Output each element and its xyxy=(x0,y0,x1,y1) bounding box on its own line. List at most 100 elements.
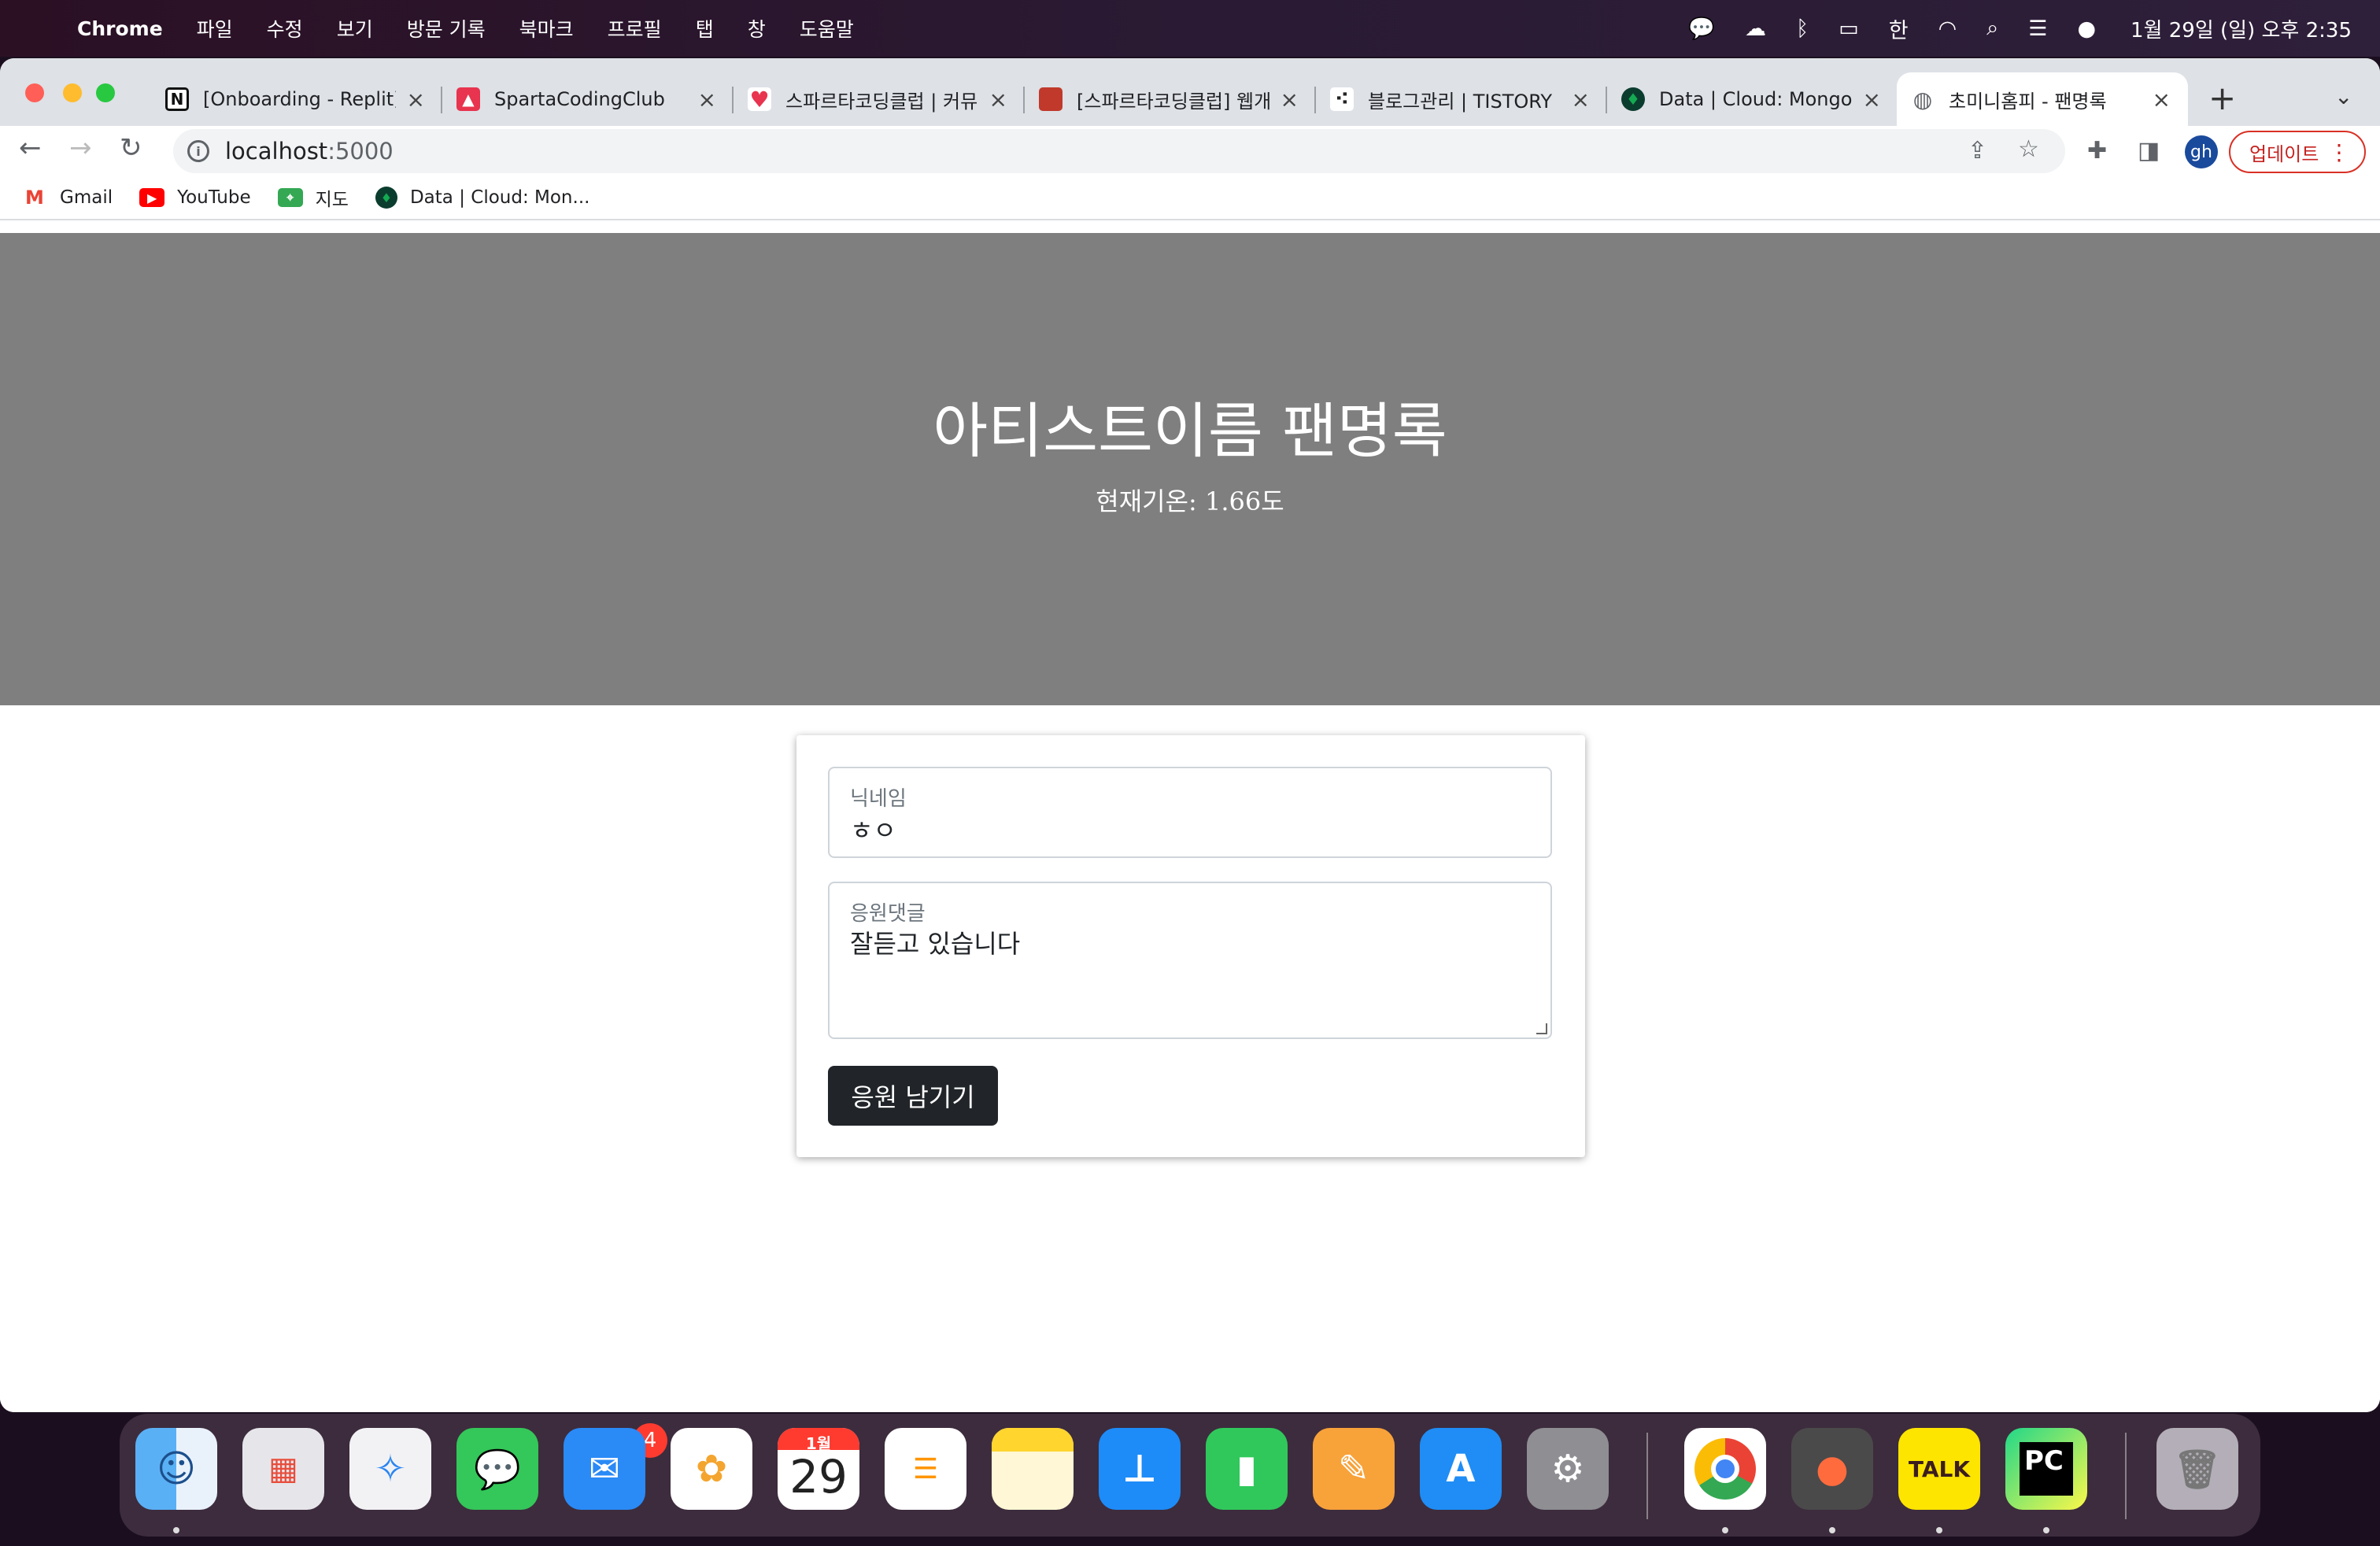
tab-search-chevron-icon[interactable]: ⌄ xyxy=(2334,83,2352,109)
macos-dock: ☺ ▦ ✧ 💬 4 ✉ ✿ 1월 29 ☰ ⊥ ▮ ✎ A ⚙ ● TALK P… xyxy=(120,1414,2260,1537)
tab-close-icon[interactable]: × xyxy=(1281,87,1299,113)
notion-icon: N xyxy=(165,87,189,111)
bookmark-label: Data | Cloud: Mon... xyxy=(409,187,590,208)
chrome-window: N [Onboarding - Replit] × ▲ SpartaCoding… xyxy=(0,58,2380,1412)
macos-menu-bar: Chrome 파일 수정 보기 방문 기록 북마크 프로필 탭 창 도움말 💬 … xyxy=(0,0,2380,57)
menu-tab[interactable]: 탭 xyxy=(696,14,714,43)
resize-grip-icon[interactable] xyxy=(1536,1023,1547,1034)
menu-bookmarks[interactable]: 북마크 xyxy=(519,14,574,43)
cloud-status-icon[interactable]: ☁ xyxy=(1745,17,1766,41)
reload-icon[interactable]: ↻ xyxy=(120,132,142,164)
running-indicator xyxy=(1722,1527,1728,1533)
menu-profiles[interactable]: 프로필 xyxy=(608,14,662,43)
finder-icon[interactable]: ☺ xyxy=(135,1428,217,1510)
new-tab-plus-icon[interactable]: + xyxy=(2208,79,2236,117)
input-method-indicator[interactable]: 한 xyxy=(1889,13,1909,44)
extensions-puzzle-icon[interactable]: ✚ xyxy=(2087,137,2107,165)
bookmark-maps[interactable]: ⌖ 지도 xyxy=(277,184,349,211)
share-icon[interactable]: ⇪ xyxy=(1968,137,1987,165)
tab-mongodb-cloud[interactable]: ♦ Data | Cloud: MongoDB × xyxy=(1607,72,1898,126)
tab-sparta-web-dev[interactable]: [스파르타코딩클럽] 웹개발 × xyxy=(1025,72,1316,126)
tab-title: 블로그관리 | TISTORY xyxy=(1368,90,1553,113)
profile-avatar[interactable]: gh xyxy=(2185,135,2218,168)
menu-window[interactable]: 창 xyxy=(748,14,766,43)
menu-history[interactable]: 방문 기록 xyxy=(407,14,486,43)
minimize-window-button[interactable] xyxy=(63,83,82,102)
spotlight-search-icon[interactable]: ⌕ xyxy=(1986,16,1998,41)
browser-toolbar: ← → ↻ i localhost:5000 ⇪ ☆ ✚ ◨ gh 업데이트 ⋮ xyxy=(0,126,2380,176)
bookmark-youtube[interactable]: ▶ YouTube xyxy=(139,187,251,208)
safari-icon[interactable]: ✧ xyxy=(349,1428,431,1510)
site-info-icon[interactable]: i xyxy=(187,140,209,162)
app-store-icon[interactable]: A xyxy=(1420,1428,1502,1510)
bluetooth-icon[interactable]: ᛒ xyxy=(1796,17,1809,41)
wechat-status-icon[interactable]: 💬 xyxy=(1688,16,1715,41)
pages-icon[interactable]: ✎ xyxy=(1313,1428,1395,1510)
tab-close-icon[interactable]: × xyxy=(2153,87,2171,113)
tab-close-icon[interactable]: × xyxy=(1572,87,1590,113)
mail-icon[interactable]: ✉ xyxy=(564,1428,645,1510)
food-app-icon[interactable]: ● xyxy=(1791,1428,1873,1510)
siri-icon[interactable]: ● xyxy=(2077,17,2096,41)
reminders-icon[interactable]: ☰ xyxy=(885,1428,966,1510)
launchpad-icon[interactable]: ▦ xyxy=(242,1428,324,1510)
url-host: localhost xyxy=(225,138,328,165)
tab-tistory[interactable]: ⁖ 블로그관리 | TISTORY × xyxy=(1316,72,1607,126)
menu-edit[interactable]: 수정 xyxy=(267,14,303,43)
menubar-clock[interactable]: 1월 29일 (일) 오후 2:35 xyxy=(2131,14,2352,43)
tab-spartacodingclub[interactable]: ▲ SpartaCodingClub × xyxy=(442,72,734,126)
chrome-logo xyxy=(1694,1438,1756,1500)
battery-icon[interactable]: ▭ xyxy=(1839,17,1859,41)
numbers-icon[interactable]: ▮ xyxy=(1206,1428,1288,1510)
trash-icon[interactable]: 🗑 xyxy=(2156,1428,2238,1510)
update-button[interactable]: 업데이트 ⋮ xyxy=(2229,131,2366,173)
tab-close-icon[interactable]: × xyxy=(407,87,425,113)
bookmark-gmail[interactable]: M Gmail xyxy=(22,187,113,209)
tab-close-icon[interactable]: × xyxy=(989,87,1007,113)
tab-onboarding-replit[interactable]: N [Onboarding - Replit] × xyxy=(151,72,442,126)
system-settings-icon[interactable]: ⚙ xyxy=(1527,1428,1609,1510)
bookmark-mongodb[interactable]: ♦ Data | Cloud: Mon... xyxy=(375,187,589,209)
wifi-icon[interactable]: ◠ xyxy=(1938,17,1957,41)
tab-close-icon[interactable]: × xyxy=(698,87,716,113)
calendar-icon[interactable]: 1월 29 xyxy=(778,1428,859,1510)
side-panel-icon[interactable]: ◨ xyxy=(2138,137,2160,165)
photos-icon[interactable]: ✿ xyxy=(671,1428,752,1510)
weather-text: 현재기온: 1.66도 xyxy=(1096,486,1284,516)
nickname-input[interactable]: 닉네임 ㅎㅇ xyxy=(828,767,1552,858)
url-text[interactable]: localhost:5000 xyxy=(225,138,394,165)
back-arrow-icon[interactable]: ← xyxy=(19,132,42,164)
bookmark-label: 지도 xyxy=(315,190,349,210)
tab-sparta-community[interactable]: ♥ 스파르타코딩클럽 | 커뮤니 × xyxy=(734,72,1025,126)
chrome-icon[interactable] xyxy=(1684,1428,1766,1510)
sparta-icon: ▲ xyxy=(456,87,480,111)
tab-title: SpartaCodingClub xyxy=(494,88,665,110)
control-center-icon[interactable]: ☰ xyxy=(2028,17,2047,41)
running-indicator xyxy=(2043,1527,2049,1533)
chrome-logo-center xyxy=(1711,1455,1739,1483)
menu-app-chrome[interactable]: Chrome xyxy=(77,17,163,40)
tab-close-icon[interactable]: × xyxy=(1863,87,1881,113)
kakaotalk-icon[interactable]: TALK xyxy=(1898,1428,1980,1510)
forward-arrow-icon[interactable]: → xyxy=(69,132,92,164)
notes-icon[interactable] xyxy=(992,1428,1074,1510)
menu-view[interactable]: 보기 xyxy=(337,14,373,43)
menu-file[interactable]: 파일 xyxy=(197,14,233,43)
running-indicator xyxy=(1829,1527,1835,1533)
zoom-window-button[interactable] xyxy=(96,83,115,102)
bookmark-star-icon[interactable]: ☆ xyxy=(2018,135,2039,163)
running-indicator xyxy=(1936,1527,1942,1533)
address-bar[interactable]: i localhost:5000 ⇪ ☆ xyxy=(173,129,2065,173)
tab-mini-homepage-active[interactable]: ◍ 초미니홈피 - 팬명록 × xyxy=(1897,72,2188,126)
submit-cheer-button[interactable]: 응원 남기기 xyxy=(828,1066,998,1126)
comment-textarea[interactable]: 응원댓글 잘듣고 있습니다 xyxy=(828,882,1552,1039)
web-page: 아티스트이름 팬명록 현재기온: 1.66도 닉네임 ㅎㅇ 응원댓글 잘듣고 있… xyxy=(0,233,2380,1412)
close-window-button[interactable] xyxy=(25,83,44,102)
more-menu-icon[interactable]: ⋮ xyxy=(2328,139,2350,165)
messages-icon[interactable]: 💬 xyxy=(456,1428,538,1510)
pycharm-label: PC xyxy=(2020,1442,2073,1496)
tab-title: 초미니홈피 - 팬명록 xyxy=(1949,90,2107,113)
keynote-icon[interactable]: ⊥ xyxy=(1099,1428,1181,1510)
menu-help[interactable]: 도움말 xyxy=(800,14,854,43)
pycharm-icon[interactable]: PC xyxy=(2005,1428,2087,1510)
